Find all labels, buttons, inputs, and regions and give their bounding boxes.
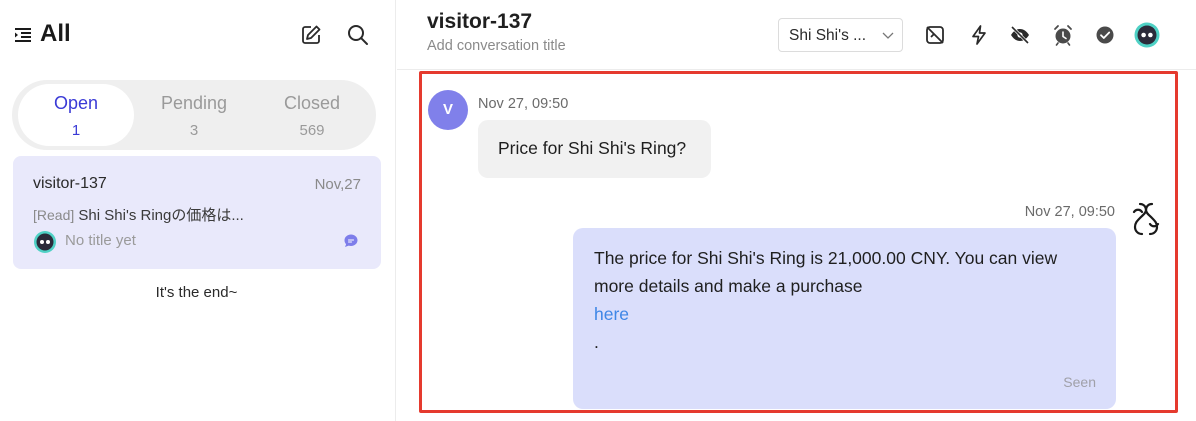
tab-pending-count: 3 (189, 122, 199, 139)
conversation-title: No title yet (65, 232, 136, 249)
chat-bubble-icon (344, 234, 358, 247)
add-title-field[interactable]: Add conversation title (427, 38, 566, 54)
eye-off-icon[interactable] (1009, 24, 1031, 46)
conversation-date: Nov,27 (314, 176, 361, 193)
outgoing-message-punctuation: . (594, 332, 599, 352)
end-of-list-note: It's the end~ (155, 284, 238, 301)
agent-select[interactable]: Shi Shi's ... (778, 18, 903, 52)
visitor-avatar: V (428, 90, 468, 130)
search-icon[interactable] (346, 23, 370, 47)
check-circle-icon[interactable] (1094, 24, 1116, 46)
tab-closed-count: 569 (299, 122, 325, 139)
visitor-name: visitor-137 (427, 10, 533, 33)
edit-icon[interactable] (300, 24, 322, 46)
outgoing-message-bubble: The price for Shi Shi's Ring is 21,000.0… (573, 228, 1116, 409)
sidebar-title: All (40, 20, 71, 47)
chevron-down-icon (882, 32, 894, 39)
outgoing-message-line: more details and make a purchase (594, 276, 863, 296)
incoming-message-text: Price for Shi Shi's Ring? (498, 138, 687, 158)
bot-avatar-icon (34, 231, 56, 253)
tab-open[interactable]: Open 1 (18, 84, 134, 146)
incoming-message-bubble: Price for Shi Shi's Ring? (478, 120, 711, 178)
tab-open-label: Open (53, 93, 99, 113)
purchase-link[interactable]: here (594, 304, 629, 325)
agent-select-value: Shi Shi's ... (789, 27, 867, 44)
read-tag: [Read] (33, 207, 75, 223)
conversation-preview: [Read] Shi Shi's Ringの価格は... (33, 204, 244, 225)
unassign-icon[interactable] (924, 24, 946, 46)
tab-pending-label: Pending (160, 93, 228, 113)
conversation-panel: visitor-137 Add conversation title Shi S… (397, 0, 1196, 421)
conversation-list-item[interactable]: visitor-137 Nov,27 [Read] Shi Shi's Ring… (13, 156, 381, 269)
outgoing-message-time: Nov 27, 09:50 (1024, 204, 1115, 220)
tab-closed[interactable]: Closed 569 (254, 84, 370, 146)
sidebar-header: All (0, 0, 396, 70)
tab-open-count: 1 (71, 122, 81, 139)
preview-text: Shi Shi's Ringの価格は... (78, 207, 244, 224)
tab-pending[interactable]: Pending 3 (136, 84, 252, 146)
list-indent-icon[interactable] (14, 26, 32, 44)
incoming-message-time: Nov 27, 09:50 (478, 96, 569, 112)
conversation-sidebar: All Open 1 Pending 3 Closed 569 visitor-… (0, 0, 396, 421)
outgoing-message-line: The price for Shi Shi's Ring is 21,000.0… (594, 248, 1058, 268)
conversation-header: visitor-137 Add conversation title Shi S… (397, 0, 1196, 70)
message-thread: V Nov 27, 09:50 Price for Shi Shi's Ring… (419, 71, 1178, 413)
bot-avatar-icon[interactable] (1134, 22, 1160, 48)
brand-logo-icon (1132, 202, 1160, 236)
conversation-visitor-name: visitor-137 (33, 175, 107, 192)
lightning-icon[interactable] (968, 24, 990, 46)
tab-closed-label: Closed (283, 93, 341, 113)
status-tabs: Open 1 Pending 3 Closed 569 (12, 80, 376, 150)
alarm-clock-icon[interactable] (1052, 24, 1074, 46)
seen-status: Seen (1063, 374, 1096, 390)
